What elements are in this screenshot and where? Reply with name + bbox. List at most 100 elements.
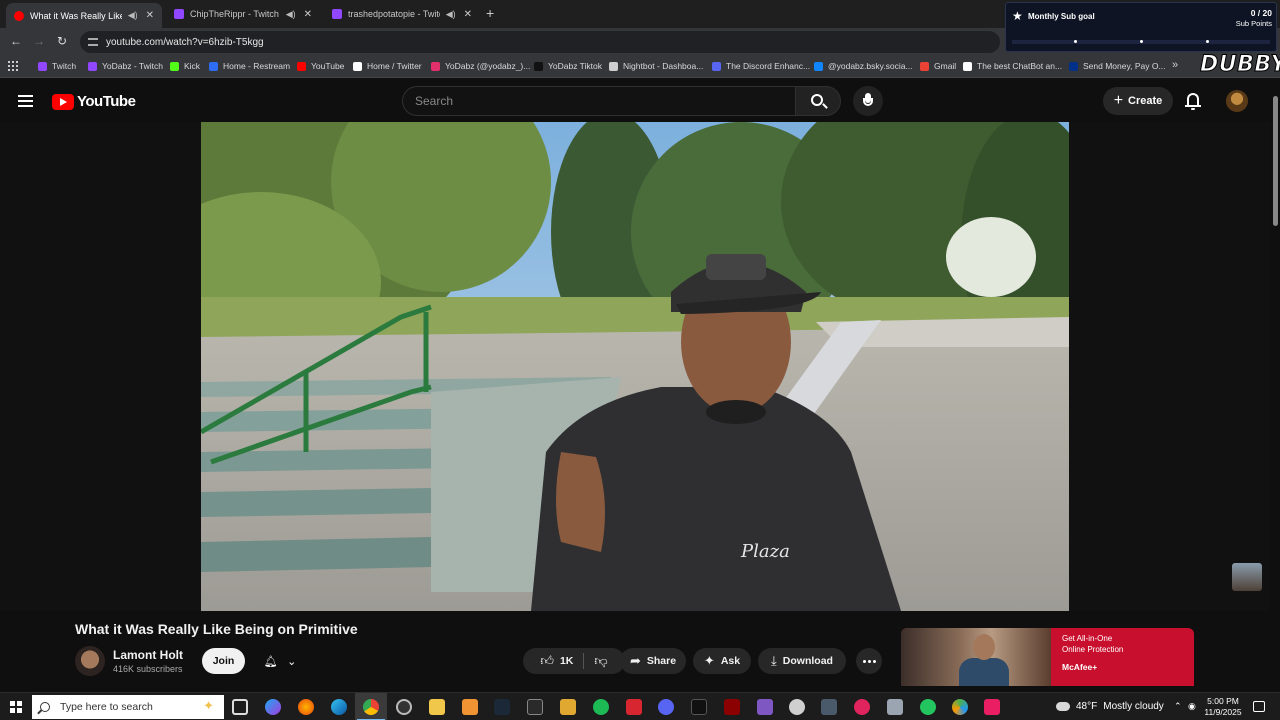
app-icon[interactable] bbox=[854, 699, 870, 715]
download-button[interactable]: ⤓ Download bbox=[758, 648, 846, 674]
edge-icon[interactable] bbox=[331, 699, 347, 715]
menu-icon[interactable] bbox=[18, 95, 33, 107]
tiktok-icon[interactable] bbox=[691, 699, 707, 715]
app-icon[interactable] bbox=[757, 699, 773, 715]
youtube-wordmark: YouTube bbox=[77, 93, 136, 110]
bookmark-item[interactable]: The Discord Enhanc... bbox=[712, 61, 810, 71]
firefox-icon[interactable] bbox=[298, 699, 314, 715]
app-icon[interactable] bbox=[887, 699, 903, 715]
url-bar[interactable]: youtube.com/watch?v=6hzib-T5kgg bbox=[80, 31, 1000, 53]
bookmark-item[interactable]: YoDabz Tiktok bbox=[534, 61, 602, 71]
app-icon[interactable] bbox=[920, 699, 936, 715]
reload-icon[interactable]: ↻ bbox=[57, 34, 67, 48]
bookmark-item[interactable]: Nightbot - Dashboa... bbox=[609, 61, 703, 71]
chrome-icon[interactable] bbox=[357, 699, 385, 720]
tab-trashedpotatopie[interactable]: trashedpotatopie - Twitch ◀) ✕ bbox=[324, 3, 480, 25]
app-icon[interactable] bbox=[462, 699, 478, 715]
search-highlight-icon: ✦ bbox=[203, 698, 214, 713]
new-tab-button[interactable]: + bbox=[486, 5, 494, 21]
app-icon[interactable] bbox=[724, 699, 740, 715]
video-player[interactable]: Plaza bbox=[201, 122, 1069, 611]
bookmark-favicon-icon bbox=[431, 61, 440, 71]
mcafee-ad-banner[interactable]: Get All-in-One Online Protection McAfee+ bbox=[901, 628, 1194, 690]
more-actions-button[interactable] bbox=[856, 648, 882, 674]
network-icon[interactable]: ◉ bbox=[1188, 701, 1196, 712]
bookmark-item[interactable]: Home / Twitter bbox=[353, 61, 422, 71]
bookmark-item[interactable]: Home - Restream bbox=[209, 61, 290, 71]
copilot-icon[interactable] bbox=[265, 699, 281, 715]
bookmark-item[interactable]: YoDabz (@yodabz_)... bbox=[431, 61, 530, 71]
taskbar-search-input[interactable]: Type here to search ✦ bbox=[32, 695, 224, 719]
voice-search-button[interactable] bbox=[853, 86, 883, 116]
bookmark-item[interactable]: YoDabz - Twitch bbox=[88, 61, 163, 71]
download-icon: ⤓ bbox=[771, 653, 777, 668]
bookmark-item[interactable]: Kick bbox=[170, 61, 200, 71]
speaker-icon[interactable]: ◀) bbox=[128, 10, 138, 21]
speaker-icon[interactable]: ◀) bbox=[286, 9, 296, 20]
spotify-icon[interactable] bbox=[593, 699, 609, 715]
obs-icon[interactable] bbox=[396, 699, 412, 715]
bookmark-favicon-icon bbox=[88, 61, 97, 71]
bookmark-favicon-icon bbox=[170, 61, 179, 71]
bookmark-label: Nightbot - Dashboa... bbox=[623, 61, 704, 71]
tab-youtube-video[interactable]: What it Was Really Like Bei ◀) ✕ bbox=[6, 3, 162, 28]
tray-chevron-icon[interactable]: ⌃ bbox=[1174, 701, 1182, 712]
progress-marker bbox=[1206, 40, 1209, 43]
miniplayer-thumbnail[interactable] bbox=[1232, 563, 1262, 591]
bookmark-item[interactable]: Gmail bbox=[920, 61, 956, 71]
subscribed-notifications-button[interactable]: 🔔︎ ⌄ bbox=[253, 648, 307, 674]
join-button[interactable]: Join bbox=[202, 648, 245, 674]
bookmarks-overflow-button[interactable]: » bbox=[1172, 59, 1178, 71]
app-icon[interactable] bbox=[626, 699, 642, 715]
notifications-bell-icon[interactable] bbox=[1185, 92, 1201, 110]
account-avatar[interactable] bbox=[1226, 90, 1248, 112]
bookmark-item[interactable]: YouTube bbox=[297, 61, 344, 71]
divider bbox=[583, 653, 585, 669]
star-badge-icon: ★ bbox=[1012, 9, 1023, 23]
weather-widget[interactable]: 48°F Mostly cloudy bbox=[1056, 701, 1164, 712]
system-clock[interactable]: 5:00 PM 11/9/2025 bbox=[1202, 696, 1244, 718]
task-view-icon[interactable] bbox=[232, 699, 248, 715]
thumbs-up-icon[interactable]: 👍︎ bbox=[540, 653, 554, 669]
channel-avatar[interactable] bbox=[75, 646, 105, 676]
tiktok-live-icon[interactable] bbox=[984, 699, 1000, 715]
search-icon bbox=[40, 702, 50, 712]
close-tab-icon[interactable]: ✕ bbox=[464, 9, 472, 20]
search-button[interactable] bbox=[795, 86, 841, 116]
create-button[interactable]: + Create bbox=[1103, 87, 1173, 115]
share-label: Share bbox=[646, 655, 677, 667]
forward-arrow-icon[interactable]: → bbox=[33, 34, 45, 48]
search-input[interactable]: Search bbox=[402, 86, 796, 116]
tab-chiptherippr[interactable]: ChipTheRippr - Twitch ◀) ✕ bbox=[166, 3, 320, 25]
steam-icon[interactable] bbox=[494, 699, 510, 715]
bookmark-label: The best ChatBot an... bbox=[977, 61, 1063, 71]
apps-grid-icon[interactable] bbox=[8, 61, 18, 71]
settings-gear-icon[interactable] bbox=[789, 699, 805, 715]
discord-icon[interactable] bbox=[658, 699, 674, 715]
close-tab-icon[interactable]: ✕ bbox=[304, 9, 312, 20]
back-arrow-icon[interactable]: ← bbox=[10, 34, 22, 48]
progress-marker bbox=[1140, 40, 1143, 43]
thumbs-down-icon[interactable]: 👎︎ bbox=[594, 653, 607, 669]
bookmark-item[interactable]: Send Money, Pay O... bbox=[1069, 61, 1166, 71]
like-count[interactable]: 1K bbox=[560, 655, 573, 667]
close-tab-icon[interactable]: ✕ bbox=[146, 10, 154, 21]
epic-games-icon[interactable] bbox=[527, 699, 543, 715]
file-explorer-icon[interactable] bbox=[429, 699, 445, 715]
notification-center-icon[interactable] bbox=[1253, 701, 1265, 712]
app-icon[interactable] bbox=[952, 699, 968, 715]
windows-taskbar: Type here to search ✦ 48°F Mostly cloudy bbox=[0, 692, 1280, 720]
site-info-icon[interactable] bbox=[88, 38, 98, 46]
speaker-icon[interactable]: ◀) bbox=[446, 9, 456, 20]
app-icon[interactable] bbox=[560, 699, 576, 715]
bookmark-item[interactable]: @yodabz.bsky.socia... bbox=[814, 61, 913, 71]
page-scrollbar[interactable] bbox=[1270, 84, 1280, 690]
ask-button[interactable]: ✦ Ask bbox=[693, 648, 751, 674]
youtube-logo[interactable]: YouTube bbox=[52, 93, 136, 110]
bookmark-item[interactable]: Twitch bbox=[38, 61, 76, 71]
channel-name[interactable]: Lamont Holt bbox=[113, 648, 183, 662]
app-icon[interactable] bbox=[821, 699, 837, 715]
bookmark-item[interactable]: The best ChatBot an... bbox=[963, 61, 1062, 71]
windows-start-icon[interactable] bbox=[10, 701, 22, 713]
share-button[interactable]: ➦ Share bbox=[620, 648, 686, 674]
